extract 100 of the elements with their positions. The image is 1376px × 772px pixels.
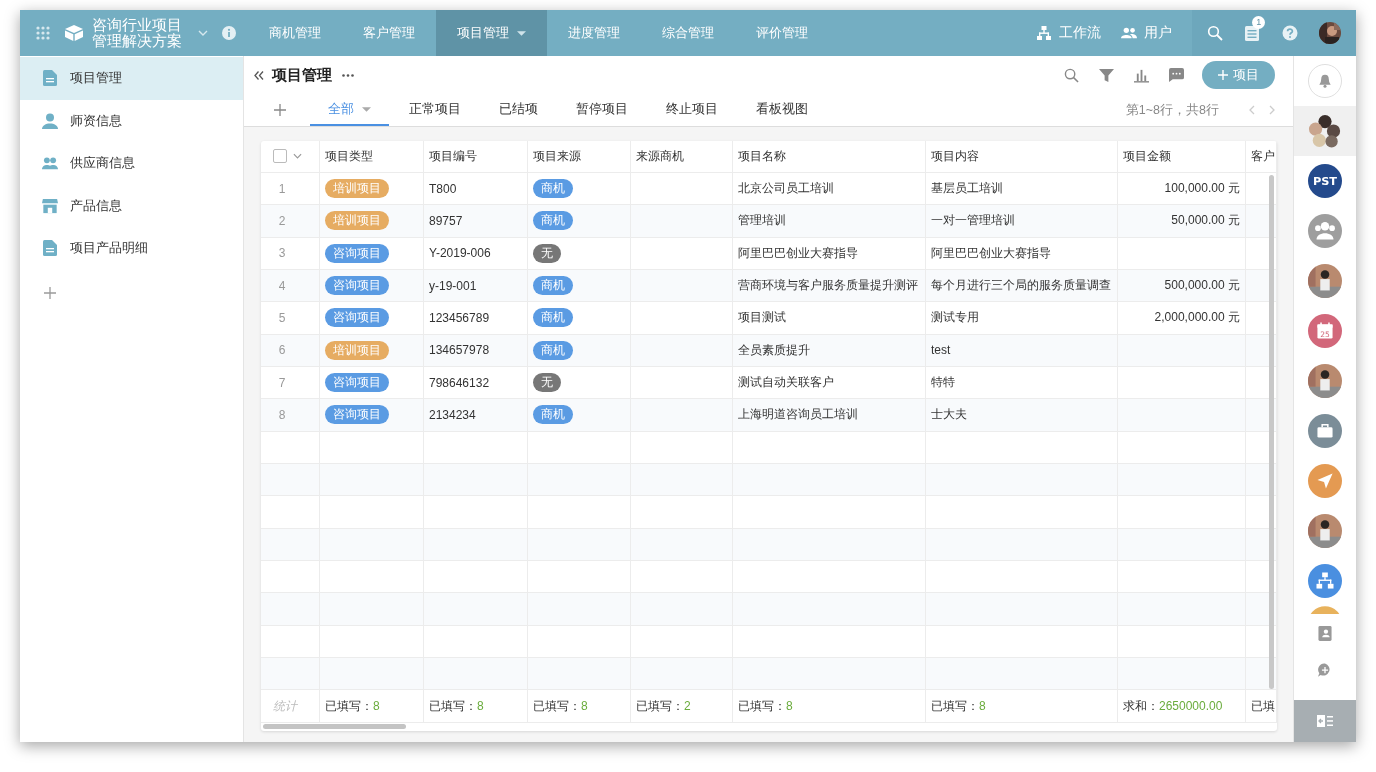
table-cell: 50,000.00 元 [1118,205,1246,238]
bell-icon[interactable] [1308,64,1342,98]
table-cell: test [926,334,1118,367]
table-cell: 管理培训 [733,205,926,238]
briefcase-icon[interactable] [1308,414,1342,448]
row-number: 6 [261,334,320,367]
summary-label: 统计 [273,697,297,715]
table-row[interactable]: 5 咨询项目 123456789 商机 项目测试 测试专用 2,000,000.00 元 [261,302,1277,335]
users-icon [1121,25,1137,41]
source-tag: 商机 [533,405,573,425]
sidebar-item[interactable]: 产品信息 [20,184,243,227]
source-tag: 商机 [533,340,573,360]
view-tab[interactable]: 暂停项目 [558,94,646,126]
view-tab[interactable]: 全部 [310,94,389,126]
group-icon[interactable] [1308,214,1342,248]
vertical-scrollbar[interactable] [1269,175,1274,689]
table-cell: 上海明道咨询员工培训 [733,399,926,432]
table-cell: 阿里巴巴创业大赛指导 [926,237,1118,270]
sidebar-item[interactable]: 供应商信息 [20,142,243,185]
source-tag: 商机 [533,211,573,231]
double-chevron-left-icon[interactable] [254,70,264,80]
sidebar-item[interactable]: 项目产品明细 [20,227,243,270]
table-cell: 89757 [424,205,528,238]
plus-icon [1218,70,1228,80]
contacts-icon[interactable] [1318,626,1332,641]
table-cell: 士大夫 [926,399,1118,432]
list-icon[interactable] [1244,25,1261,41]
collapse-icon [1317,715,1333,727]
document-icon [42,240,58,257]
info-icon[interactable] [222,26,236,40]
column-header[interactable]: 来源商机 [636,147,684,165]
search-icon[interactable] [1206,25,1223,41]
add-icon[interactable] [274,104,286,116]
app-title: 咨询行业项目 管理解决方案 [92,17,182,49]
column-header[interactable]: 项目名称 [738,147,786,165]
table-cell: 阿里巴巴创业大赛指导 [733,237,926,270]
view-tab[interactable]: 看板视图 [738,94,826,126]
view-tab[interactable]: 终止项目 [648,94,736,126]
document-icon [42,70,58,87]
row-number: 2 [261,205,320,238]
column-header[interactable]: 项目类型 [325,147,373,165]
type-tag: 培训项目 [325,211,389,231]
type-tag: 咨询项目 [325,276,389,296]
row-number: 3 [261,237,320,270]
table-cell: 2,000,000.00 元 [1118,302,1246,335]
table-cell: 134657978 [424,334,528,367]
view-title: 项目管理 [272,65,332,85]
bar-chart-icon[interactable] [1134,67,1149,83]
sidebar-item[interactable]: 项目管理 [20,57,243,100]
send-icon[interactable] [1308,464,1342,498]
summary-value: 已填写：8 [325,697,380,715]
column-header[interactable]: 项目内容 [931,147,979,165]
apps-icon[interactable] [36,26,50,40]
previous-page-icon[interactable] [1249,105,1255,115]
table-cell: Y-2019-006 [424,237,528,270]
calendar-icon[interactable]: 25 [1308,314,1342,348]
store-icon [42,197,58,214]
column-header[interactable]: 项目编号 [429,147,477,165]
table-cell: 测试专用 [926,302,1118,335]
table-cell: 营商环境与客户服务质量提升测评 [733,269,926,303]
table-row[interactable]: 8 咨询项目 2134234 商机 上海明道咨询员工培训 士大夫 [261,399,1277,432]
column-header[interactable]: 客户 [1251,147,1275,165]
source-tag: 无 [533,243,561,263]
pagination-text: 第1~8行，共8行 [1125,101,1219,119]
cube-logo-icon [64,24,84,42]
pst-logo-icon[interactable]: PST [1308,164,1342,198]
sidebar-item[interactable]: 师资信息 [20,99,243,142]
help-icon[interactable] [1281,25,1298,41]
column-header[interactable]: 项目来源 [533,147,581,165]
select-all-checkbox[interactable] [273,149,287,164]
filter-icon[interactable] [1099,67,1114,83]
collapse-panel-button[interactable] [1294,700,1356,742]
summary-value: 已填写：2 [636,697,691,715]
summary-value: 已填写：8 [533,697,588,715]
source-tag: 商机 [533,308,573,328]
table-row[interactable]: 4 咨询项目 y-19-001 商机 营商环境与客户服务质量提升测评 每个月进行三个局的服务质量调查 500,000.00 元 [261,269,1277,303]
add-chat-icon[interactable] [1318,663,1332,678]
view-tab[interactable]: 正常项目 [391,94,479,126]
summary-value: 已填写：8 [429,697,484,715]
comment-icon[interactable] [1169,67,1184,83]
table-row[interactable]: 6 培训项目 134657978 商机 全员素质提升 test [261,334,1277,367]
hierarchy-icon[interactable] [1308,564,1342,598]
table-row[interactable]: 2 培训项目 89757 商机 管理培训 一对一管理培训 50,000.00 元 [261,205,1277,238]
notification-badge: 1 [1252,16,1266,29]
more-icon[interactable] [342,73,354,77]
add-icon[interactable] [44,286,56,299]
chevron-down-icon[interactable] [293,153,302,160]
type-tag: 咨询项目 [325,243,389,263]
type-tag: 咨询项目 [325,373,389,393]
search-icon[interactable] [1064,67,1079,83]
caret-icon [517,30,526,36]
next-page-icon[interactable] [1269,105,1275,115]
type-tag: 培训项目 [325,179,389,199]
table-row[interactable]: 3 咨询项目 Y-2019-006 无 阿里巴巴创业大赛指导 阿里巴巴创业大赛指导 [261,237,1277,270]
summary-value: 已填写：8 [931,697,986,715]
table-cell: 全员素质提升 [733,334,926,367]
column-header[interactable]: 项目金额 [1123,147,1171,165]
horizontal-scrollbar[interactable] [263,724,406,730]
summary-value: 已填写：8 [738,697,793,715]
view-tab[interactable]: 已结项 [481,94,556,126]
